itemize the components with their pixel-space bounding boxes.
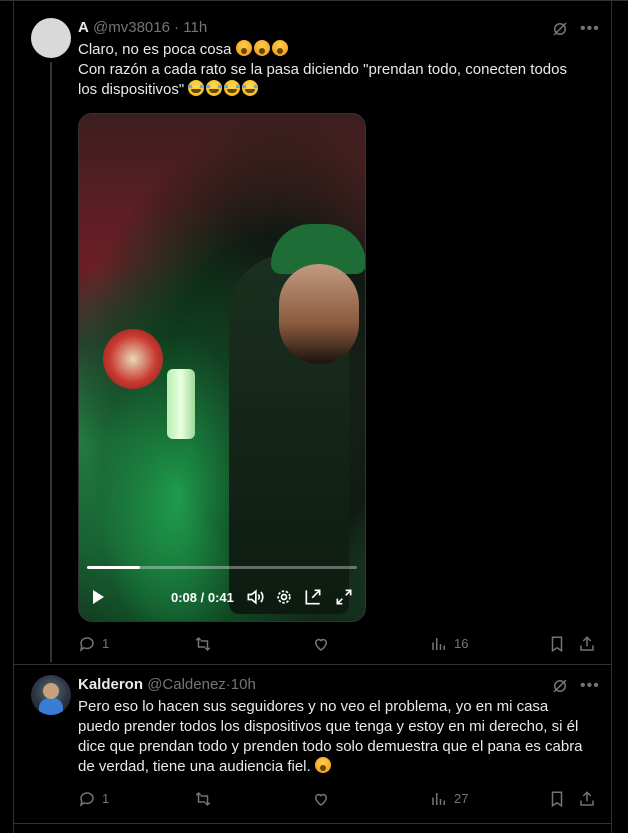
tweet-header: Kalderon @Caldenez·10h (78, 675, 256, 695)
like-icon (314, 793, 328, 806)
avatar-figure-head (43, 683, 59, 699)
fullscreen-icon[interactable] (334, 587, 354, 607)
tears-of-joy-emoji (224, 80, 241, 96)
reply-button[interactable]: 1 (78, 789, 109, 809)
tweet-line: Con razón a cada rato se la pasa diciend… (78, 61, 567, 78)
tweet[interactable]: A @mv38016 · 11h ••• Claro, no es poca c… (14, 8, 611, 662)
reply-button[interactable]: 1 (78, 634, 109, 654)
text-run: Claro, no es poca cosa (78, 41, 232, 58)
reply-icon (79, 637, 94, 652)
tweet-line: de verdad, tiene una audiencia fiel. (78, 757, 598, 777)
text-run: de verdad, tiene una audiencia fiel. (78, 758, 311, 775)
bookmark-icon (551, 791, 563, 808)
bookmark-button[interactable] (548, 789, 566, 809)
tears-of-joy-emoji (206, 80, 223, 96)
tweet-line: Pero eso lo hacen sus seguidores y no ve… (78, 698, 549, 715)
user-handle[interactable]: @mv38016 (93, 19, 170, 36)
share-icon (580, 791, 594, 806)
grok-icon[interactable] (551, 677, 569, 695)
user-handle[interactable]: @Caldenez (147, 676, 226, 693)
like-button[interactable] (312, 789, 336, 809)
video-frame-can (167, 369, 195, 439)
top-divider (0, 0, 628, 1)
tweet-line: Claro, no es poca cosa (78, 40, 598, 60)
share-button[interactable] (578, 634, 596, 654)
views-icon (432, 793, 445, 805)
tears-of-joy-emoji (242, 80, 259, 96)
pip-icon[interactable] (303, 587, 323, 607)
dot-separator: · (174, 19, 180, 36)
tweet[interactable]: Kalderon @Caldenez·10h ••• Pero eso lo h… (14, 665, 611, 825)
tweet-line: dice que prendan todo y prenden todo sol… (78, 738, 583, 755)
video-frame-pillow (103, 329, 163, 389)
reply-icon (79, 792, 94, 807)
play-icon[interactable] (93, 590, 104, 604)
views-button[interactable]: 27 (430, 789, 468, 809)
tweet-text: Claro, no es poca cosa Con razón a cada … (78, 40, 598, 100)
yawning-face-emoji (314, 757, 331, 773)
timestamp[interactable]: 10h (231, 676, 256, 693)
avatar[interactable] (31, 675, 71, 715)
bookmark-button[interactable] (548, 634, 566, 654)
tweet-header: A @mv38016 · 11h (78, 18, 207, 38)
repost-button[interactable] (194, 789, 218, 809)
avatar-figure-body (39, 698, 63, 715)
video-progress-bar[interactable] (87, 566, 357, 569)
view-count: 27 (454, 791, 469, 806)
display-name[interactable]: A (78, 19, 89, 36)
tweet-actions: 1 16 (78, 634, 598, 654)
thread-connector-line (50, 62, 52, 662)
share-icon (580, 636, 594, 651)
video-time: 0:08 / 0:41 (171, 590, 234, 605)
video-frame-face (279, 264, 359, 364)
text-run: los dispositivos" (78, 81, 185, 98)
views-icon (432, 638, 445, 650)
tweet-actions: 1 27 (78, 789, 598, 809)
like-button[interactable] (312, 634, 336, 654)
repost-icon (195, 791, 211, 807)
share-button[interactable] (578, 789, 596, 809)
reply-count: 1 (102, 636, 110, 651)
volume-icon[interactable] (245, 587, 265, 607)
settings-icon[interactable] (274, 587, 294, 607)
yawning-face-emoji (253, 40, 270, 56)
yawning-face-emoji (271, 40, 288, 56)
repost-button[interactable] (194, 634, 218, 654)
video-controls: 0:08 / 0:41 (79, 584, 365, 614)
tears-of-joy-emoji (188, 80, 205, 96)
tweet-divider (14, 823, 611, 824)
display-name[interactable]: Kalderon (78, 676, 143, 693)
tweet-line: los dispositivos" (78, 80, 598, 100)
view-count: 16 (454, 636, 469, 651)
like-icon (314, 638, 328, 651)
more-icon[interactable]: ••• (580, 20, 599, 38)
avatar[interactable] (31, 18, 71, 58)
views-button[interactable]: 16 (430, 634, 468, 654)
reply-count: 1 (102, 791, 110, 806)
grok-icon[interactable] (551, 20, 569, 38)
tweet-line: puedo prender todos los dispositivos que… (78, 718, 579, 735)
bookmark-icon (551, 636, 563, 653)
video-progress-fill (87, 566, 140, 569)
repost-icon (195, 636, 211, 652)
video-player[interactable]: 0:08 / 0:41 (78, 113, 366, 622)
more-icon[interactable]: ••• (580, 677, 599, 695)
timestamp[interactable]: 11h (183, 19, 207, 36)
yawning-face-emoji (235, 40, 252, 56)
tweet-text: Pero eso lo hacen sus seguidores y no ve… (78, 697, 598, 777)
timeline-right-border (611, 0, 612, 833)
